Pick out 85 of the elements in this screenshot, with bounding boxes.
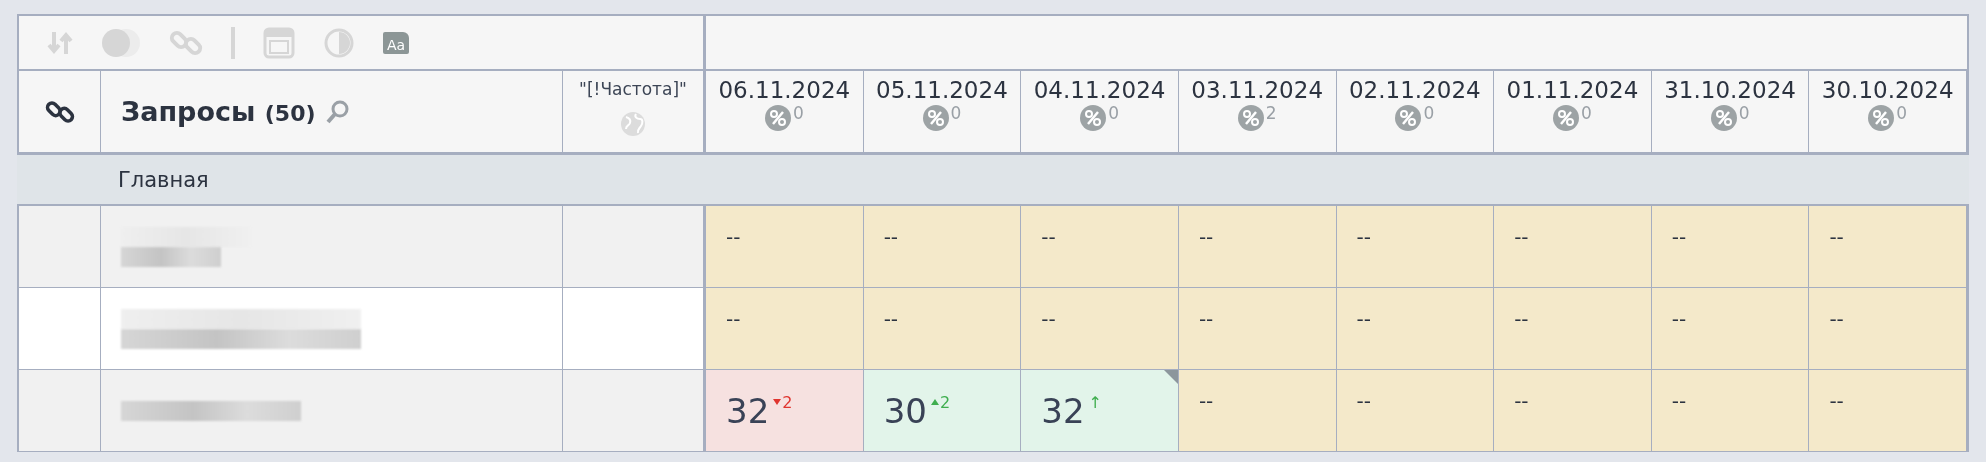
position-cell[interactable]: --	[863, 288, 1022, 370]
cell-value: --	[1356, 388, 1371, 413]
position-cell[interactable]: --	[1178, 288, 1337, 370]
cell-value: --	[1829, 306, 1844, 331]
date-header[interactable]: 06.11.2024	[718, 77, 851, 103]
position-cell[interactable]: --	[1178, 370, 1337, 452]
column-header: "[!Частота]"	[579, 79, 687, 99]
cell-value: 32	[1041, 390, 1085, 431]
position-cell[interactable]: --	[1494, 370, 1652, 452]
cell-value: --	[1671, 224, 1687, 249]
position-cell[interactable]: --	[863, 206, 1022, 288]
position-cell[interactable]: --	[1178, 206, 1337, 288]
query-cell[interactable]	[101, 288, 563, 370]
cell-value: --	[1356, 224, 1371, 249]
cell-value: --	[1198, 388, 1214, 413]
position-cell[interactable]: --	[1494, 206, 1652, 288]
count-label: 0	[950, 105, 962, 122]
date-header[interactable]: 05.11.2024	[876, 77, 1008, 103]
cell-value: --	[726, 306, 741, 331]
cell-value: --	[1198, 224, 1214, 249]
date-header[interactable]: 04.11.2024	[1033, 77, 1166, 103]
position-cell[interactable]: --	[1651, 206, 1810, 288]
count-label: 0	[1738, 105, 1750, 122]
count-label: 0	[792, 105, 804, 122]
cell-value: --	[1671, 306, 1687, 331]
percent-icon[interactable]	[1080, 105, 1107, 131]
date-header[interactable]: 03.11.2024	[1191, 77, 1324, 103]
cell-value: --	[1514, 388, 1529, 413]
position-cell[interactable]: 32↑	[1021, 370, 1179, 452]
up-triangle-icon	[930, 399, 939, 405]
column-title: Запросы (50)	[121, 96, 316, 127]
group-title: Главная	[117, 167, 209, 192]
position-cell[interactable]: --	[1809, 288, 1967, 370]
position-cell[interactable]: --	[1021, 206, 1179, 288]
query-cell[interactable]	[101, 370, 563, 452]
change-label: 2	[773, 392, 793, 412]
percent-icon[interactable]	[922, 105, 949, 131]
position-cell[interactable]: --	[1336, 288, 1495, 370]
globe-icon	[620, 111, 646, 137]
cell-value: --	[726, 224, 741, 249]
cell-value: --	[883, 306, 899, 331]
count-label: 0	[1581, 105, 1592, 122]
cell-value: --	[1041, 306, 1056, 331]
percent-icon[interactable]	[1553, 105, 1579, 131]
cell-value: --	[1356, 306, 1371, 331]
position-cell[interactable]: --	[1336, 370, 1495, 452]
search-icon[interactable]	[325, 99, 350, 124]
count-label: 2	[1265, 105, 1277, 122]
cell-value: 32	[726, 390, 770, 431]
position-cell[interactable]: --	[1809, 370, 1967, 452]
cell-value: --	[1514, 224, 1529, 249]
position-cell[interactable]: 32 2	[706, 370, 864, 452]
query-cell[interactable]	[101, 206, 563, 288]
cell-value: --	[1198, 306, 1214, 331]
position-cell[interactable]: --	[1809, 206, 1967, 288]
cell-value: --	[1041, 224, 1056, 249]
count-label: 0	[1896, 105, 1908, 122]
position-cell[interactable]: --	[706, 288, 864, 370]
position-cell[interactable]: --	[706, 206, 864, 288]
position-cell[interactable]: 30 2	[863, 370, 1022, 452]
percent-icon[interactable]	[1237, 105, 1264, 131]
date-header[interactable]: 31.10.2024	[1664, 77, 1796, 103]
position-cell[interactable]: --	[1494, 288, 1652, 370]
percent-icon[interactable]	[1868, 105, 1895, 131]
cell-value: --	[1829, 224, 1844, 249]
percent-icon[interactable]	[1395, 105, 1422, 131]
date-header[interactable]: 01.11.2024	[1506, 77, 1639, 103]
cell-value: --	[1829, 388, 1844, 413]
position-cell[interactable]: --	[1021, 288, 1179, 370]
change-label: 2	[930, 392, 951, 412]
cell-value: 30	[883, 390, 927, 431]
date-header[interactable]: 30.10.2024	[1821, 77, 1954, 103]
position-cell[interactable]: --	[1336, 206, 1495, 288]
position-cell[interactable]: --	[1651, 370, 1810, 452]
change-label: ↑	[1088, 392, 1102, 412]
cell-value: --	[1671, 388, 1687, 413]
position-cell[interactable]: --	[1651, 288, 1810, 370]
cell-value: --	[883, 224, 899, 249]
date-header[interactable]: 02.11.2024	[1348, 77, 1481, 103]
percent-icon[interactable]	[764, 105, 791, 131]
down-triangle-icon	[773, 399, 782, 405]
cell-value: --	[1514, 306, 1529, 331]
count-label: 0	[1423, 105, 1435, 122]
percent-icon[interactable]	[1710, 105, 1737, 131]
count-label: 0	[1108, 105, 1119, 122]
